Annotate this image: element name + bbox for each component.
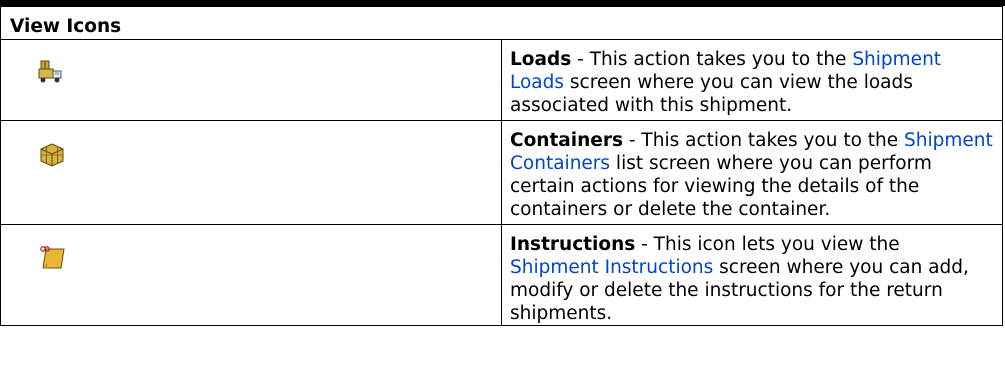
instructions-note-icon — [40, 246, 65, 269]
table-row: Loads - This action takes you to the Shi… — [0, 39, 1003, 121]
view-icons-table: View Icons Loads - This action takes you… — [0, 6, 1003, 326]
icon-cell — [0, 39, 502, 121]
icon-cell — [0, 224, 502, 326]
table-header: View Icons — [0, 6, 1003, 40]
table-row: Instructions - This icon lets you view t… — [0, 224, 1003, 326]
description-cell: Containers - This action takes you to th… — [501, 120, 1003, 225]
loads-truck-icon — [38, 60, 62, 83]
description-text: - This action takes you to the — [622, 130, 905, 151]
icon-cell — [0, 120, 502, 225]
term-label: Instructions — [510, 234, 636, 255]
term-label: Containers — [510, 130, 623, 151]
term-label: Loads — [510, 49, 572, 70]
description-text: screen where you can view the loads asso… — [510, 72, 913, 116]
description-cell: Loads - This action takes you to the Shi… — [501, 39, 1003, 121]
description-text: - This icon lets you view the — [635, 234, 900, 255]
containers-box-icon — [40, 143, 64, 167]
table-row: Containers - This action takes you to th… — [0, 120, 1003, 225]
description-cell: Instructions - This icon lets you view t… — [501, 224, 1003, 326]
shipment-instructions-link[interactable]: Shipment Instructions — [510, 257, 713, 278]
description-text: - This action takes you to the — [571, 49, 853, 70]
